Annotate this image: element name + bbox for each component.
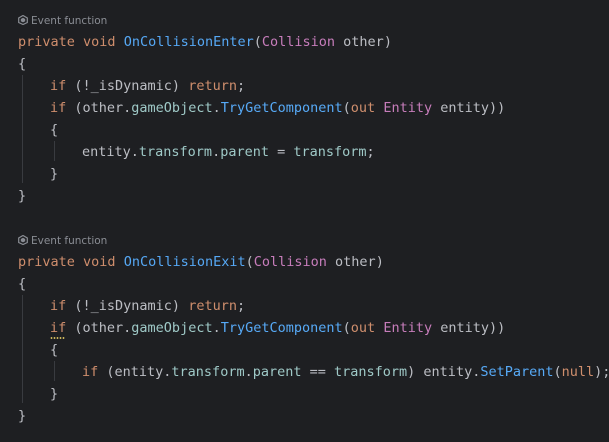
close-brace: }	[18, 408, 27, 424]
code-line[interactable]: }	[18, 185, 26, 207]
expr: entity))	[432, 100, 506, 116]
operator: =	[268, 144, 294, 160]
indent-guide	[22, 75, 23, 183]
expr: );	[594, 364, 609, 380]
keyword-void: void	[83, 34, 116, 50]
keyword-if: if	[50, 298, 67, 314]
keyword-out: out	[350, 100, 376, 116]
code-line[interactable]: if (!_isDynamic) return;	[50, 75, 245, 97]
type-name: Entity	[383, 320, 433, 336]
property: transform	[171, 364, 245, 380]
code-line[interactable]: if (!_isDynamic) return;	[50, 295, 245, 317]
property: parent	[220, 144, 269, 160]
hint-label: Event function	[31, 15, 108, 27]
keyword-out: out	[350, 320, 376, 336]
code-line[interactable]: {	[18, 273, 26, 295]
code-line[interactable]: if (other.gameObject.TryGetComponent(out…	[50, 97, 505, 119]
property: parent	[252, 364, 302, 380]
semicolon: ;	[236, 298, 246, 314]
keyword-if: if	[82, 364, 99, 380]
method-call: TryGetComponent	[220, 100, 343, 116]
paren: (	[342, 100, 351, 116]
unity-icon	[18, 15, 28, 25]
indent-guide	[22, 295, 23, 403]
expr: entity.	[82, 144, 139, 160]
code-line[interactable]: {	[50, 119, 58, 141]
indent-guide	[54, 361, 55, 381]
code-line[interactable]: {	[50, 339, 58, 361]
unity-icon	[18, 235, 28, 245]
keyword-if: if	[50, 78, 67, 94]
code-line[interactable]: if (other.gameObject.TryGetComponent(out…	[50, 317, 505, 339]
paren: (	[253, 34, 262, 50]
property: transform	[334, 364, 408, 380]
condition: (!_isDynamic)	[66, 78, 189, 94]
code-line[interactable]: if (entity.transform.parent == transform…	[82, 361, 609, 383]
method-name: OnCollisionEnter	[123, 34, 254, 50]
method-name: OnCollisionExit	[123, 254, 246, 270]
event-function-hint[interactable]: Event function	[18, 233, 107, 249]
code-line[interactable]: private void OnCollisionExit(Collision o…	[18, 251, 384, 273]
operator: ==	[301, 364, 335, 380]
type-name: Collision	[261, 34, 336, 50]
keyword-if: if	[50, 100, 67, 116]
close-brace: }	[50, 166, 59, 182]
property: transform	[293, 144, 367, 160]
code-line[interactable]: }	[50, 163, 58, 185]
code-line[interactable]: }	[50, 383, 58, 405]
type-name: Collision	[253, 254, 327, 270]
keyword-void: void	[83, 254, 116, 270]
open-brace: {	[18, 276, 27, 292]
keyword-if: if	[50, 320, 67, 336]
code-line[interactable]: {	[18, 53, 26, 75]
event-function-hint[interactable]: Event function	[18, 13, 107, 29]
semicolon: ;	[366, 144, 375, 160]
keyword-private: private	[18, 34, 75, 50]
paren: (	[342, 320, 351, 336]
property: gameObject	[131, 320, 213, 336]
dot: .	[212, 100, 221, 116]
code-line[interactable]: private void OnCollisionEnter(Collision …	[18, 31, 392, 53]
dot: .	[212, 320, 221, 336]
param: other)	[326, 254, 384, 270]
condition: (!_isDynamic)	[66, 298, 189, 314]
code-line[interactable]: entity.transform.parent = transform;	[82, 141, 375, 163]
property: gameObject	[131, 100, 213, 116]
expr: (entity.	[98, 364, 172, 380]
property: transform	[138, 144, 213, 160]
open-brace: {	[50, 342, 59, 358]
close-brace: }	[18, 188, 27, 204]
semicolon: ;	[236, 78, 246, 94]
open-brace: {	[50, 122, 59, 138]
keyword-return: return	[188, 298, 237, 314]
open-brace: {	[18, 56, 27, 72]
dot: .	[212, 144, 221, 160]
expr: (other.	[66, 320, 132, 336]
type-name: Entity	[383, 100, 433, 116]
code-editor[interactable]: Event function private void OnCollisionE…	[0, 0, 609, 442]
code-line[interactable]: }	[18, 405, 26, 427]
method-call: TryGetComponent	[220, 320, 343, 336]
expr: ) entity.	[407, 364, 481, 380]
method-call: SetParent	[480, 364, 554, 380]
expr: entity))	[432, 320, 506, 336]
close-brace: }	[50, 386, 59, 402]
indent-guide	[54, 141, 55, 161]
hint-label: Event function	[31, 235, 108, 247]
paren: (	[245, 254, 254, 270]
keyword-null: null	[561, 364, 595, 380]
paren: (	[553, 364, 562, 380]
keyword-return: return	[188, 78, 237, 94]
keyword-private: private	[18, 254, 75, 270]
param: other)	[335, 34, 392, 50]
dot: .	[244, 364, 253, 380]
expr: (other.	[66, 100, 132, 116]
